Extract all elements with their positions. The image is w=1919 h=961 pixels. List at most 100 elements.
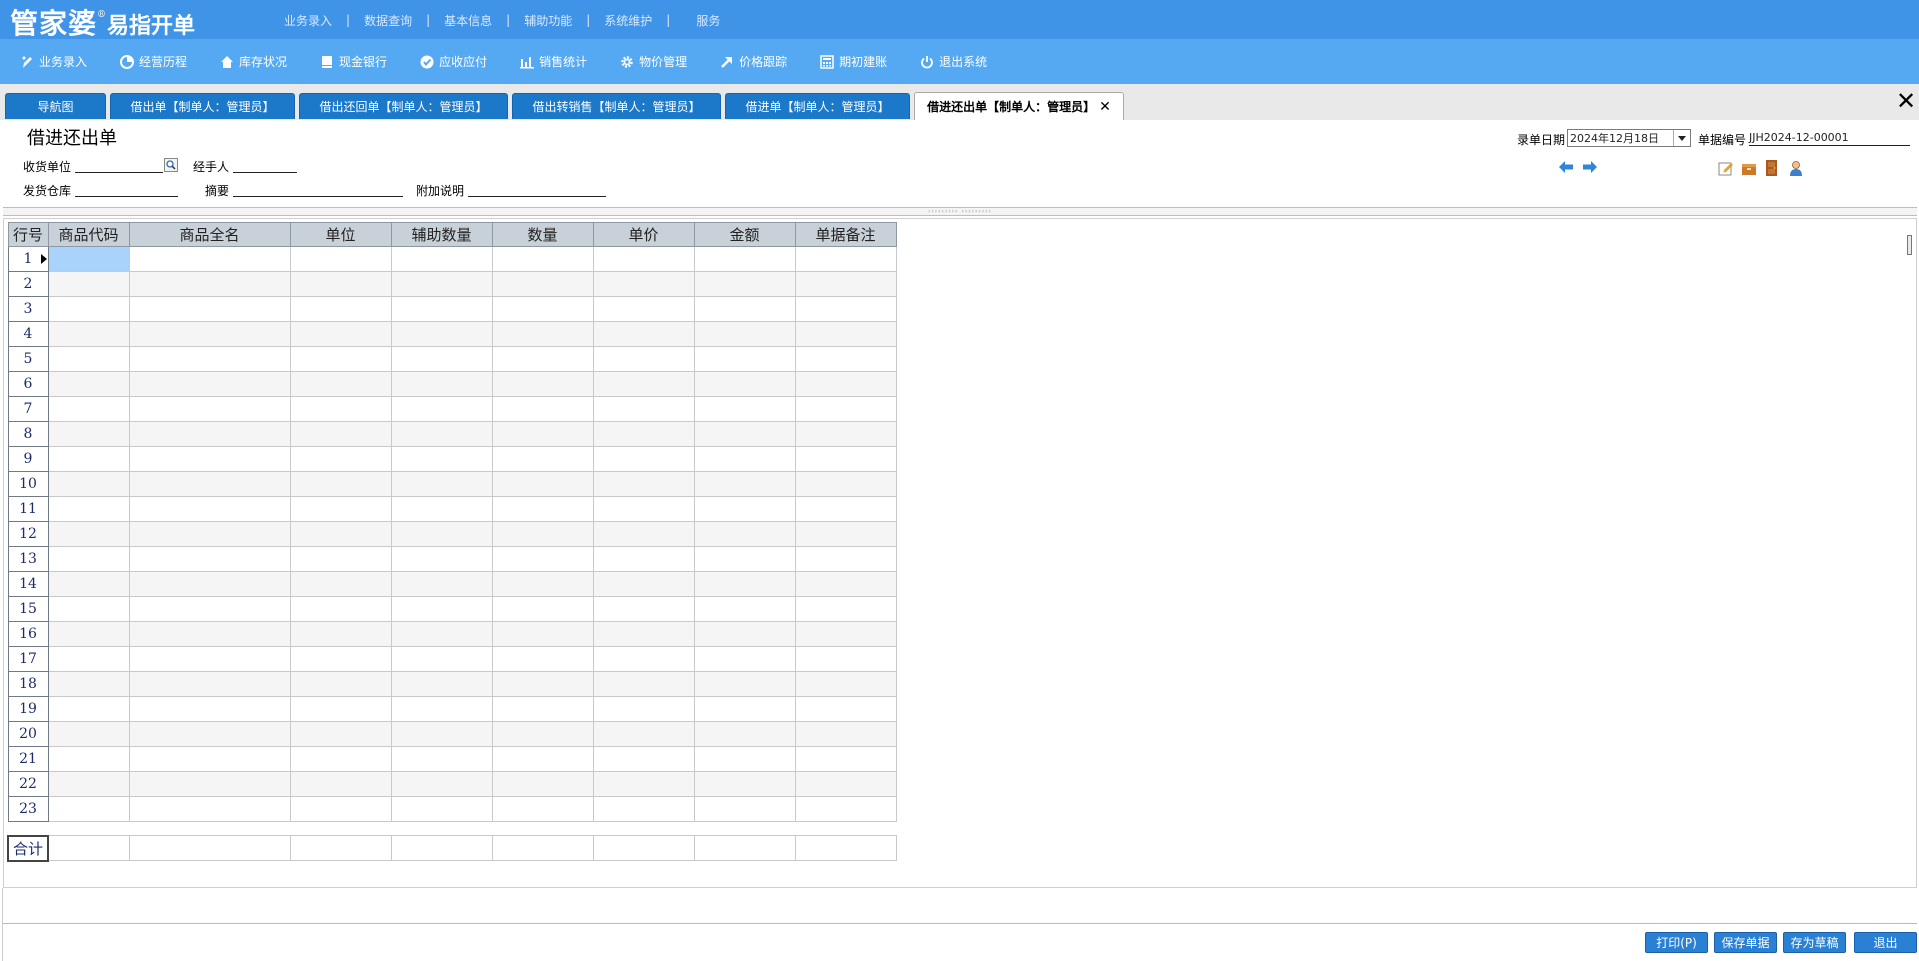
grid-cell[interactable] xyxy=(491,396,594,422)
grid-cell[interactable] xyxy=(794,596,897,622)
grid-cell[interactable] xyxy=(289,246,392,272)
grid-cell[interactable] xyxy=(289,796,392,822)
grid-cell[interactable] xyxy=(289,346,392,372)
grid-cell[interactable] xyxy=(693,646,796,672)
grid-cell[interactable] xyxy=(693,571,796,597)
grid-cell[interactable] xyxy=(47,521,130,547)
grid-cell[interactable] xyxy=(390,396,493,422)
column-header-product-code[interactable]: 商品代码 xyxy=(47,222,130,247)
grid-cell[interactable] xyxy=(491,746,594,772)
grid-cell[interactable] xyxy=(592,421,695,447)
grid-cell[interactable] xyxy=(128,646,291,672)
grid-cell[interactable] xyxy=(491,346,594,372)
grid-cell[interactable] xyxy=(128,771,291,797)
extra-note-input[interactable] xyxy=(468,183,606,197)
table-row[interactable]: 10 xyxy=(7,471,897,497)
save-doc-button[interactable]: 保存单据 xyxy=(1714,932,1777,953)
tab-lend-to-sale[interactable]: 借出转销售【制单人：管理员】 xyxy=(512,93,721,119)
grid-cell[interactable] xyxy=(794,546,897,572)
row-number[interactable]: 14 xyxy=(7,571,49,597)
grid-cell[interactable] xyxy=(47,621,130,647)
tab-borrow-return-out[interactable]: 借进还出单【制单人：管理员】 ✕ xyxy=(914,92,1124,120)
table-row[interactable]: 6 xyxy=(7,371,897,397)
grid-cell[interactable] xyxy=(794,446,897,472)
grid-cell[interactable] xyxy=(693,546,796,572)
table-row[interactable]: 8 xyxy=(7,421,897,447)
grid-cell[interactable] xyxy=(592,346,695,372)
grid-cell[interactable] xyxy=(592,371,695,397)
grid-cell[interactable] xyxy=(47,746,130,772)
grid-cell[interactable] xyxy=(491,296,594,322)
top-menu-business-entry[interactable]: 业务录入 xyxy=(270,12,346,29)
grid-cell[interactable] xyxy=(289,621,392,647)
grid-cell[interactable] xyxy=(491,321,594,347)
grid-cell[interactable] xyxy=(390,296,493,322)
grid-cell[interactable] xyxy=(47,271,130,297)
grid-cell[interactable] xyxy=(693,396,796,422)
doc-number-field[interactable]: JJH2024-12-00001 xyxy=(1749,131,1910,146)
row-number[interactable]: 21 xyxy=(7,746,49,772)
grid-cell[interactable] xyxy=(47,671,130,697)
grid-cell[interactable] xyxy=(592,446,695,472)
grid-cell[interactable] xyxy=(491,371,594,397)
grid-cell[interactable] xyxy=(47,596,130,622)
grid-cell[interactable] xyxy=(390,246,493,272)
row-number[interactable]: 8 xyxy=(7,421,49,447)
arrow-right-icon[interactable] xyxy=(1583,161,1597,176)
grid-cell[interactable] xyxy=(491,571,594,597)
grid-cell[interactable] xyxy=(47,721,130,747)
grid-cell[interactable] xyxy=(592,571,695,597)
grid-cell[interactable] xyxy=(794,696,897,722)
row-number[interactable]: 20 xyxy=(7,721,49,747)
grid-cell[interactable] xyxy=(47,321,130,347)
grid-cell[interactable] xyxy=(390,696,493,722)
grid-cell[interactable] xyxy=(491,621,594,647)
grid-cell[interactable] xyxy=(47,796,130,822)
toolbar-price-management[interactable]: 物价管理 xyxy=(600,47,700,77)
row-number[interactable]: 22 xyxy=(7,771,49,797)
grid-cell[interactable] xyxy=(47,446,130,472)
grid-cell[interactable] xyxy=(693,746,796,772)
row-number[interactable]: 15 xyxy=(7,596,49,622)
toolbar-price-tracking[interactable]: 价格跟踪 xyxy=(700,47,800,77)
table-row[interactable]: 12 xyxy=(7,521,897,547)
grid-cell[interactable] xyxy=(128,796,291,822)
toolbar-sales-stats[interactable]: 销售统计 xyxy=(500,47,600,77)
grid-cell[interactable] xyxy=(693,796,796,822)
grid-cell[interactable] xyxy=(128,746,291,772)
table-row[interactable]: 17 xyxy=(7,646,897,672)
close-tab-icon[interactable]: ✕ xyxy=(1099,99,1111,115)
grid-cell[interactable] xyxy=(128,546,291,572)
tab-lend-return[interactable]: 借出还回单【制单人：管理员】 xyxy=(299,93,508,119)
grid-cell[interactable] xyxy=(592,496,695,522)
grid-cell[interactable] xyxy=(390,346,493,372)
row-number[interactable]: 16 xyxy=(7,621,49,647)
grid-cell[interactable] xyxy=(128,346,291,372)
grid-cell[interactable] xyxy=(128,571,291,597)
grid-cell[interactable] xyxy=(128,696,291,722)
row-number[interactable]: 6 xyxy=(7,371,49,397)
grid-cell[interactable] xyxy=(794,471,897,497)
grid-cell[interactable] xyxy=(289,646,392,672)
receiver-lookup-button[interactable] xyxy=(164,158,178,172)
grid-cell[interactable] xyxy=(47,296,130,322)
row-number[interactable]: 4 xyxy=(7,321,49,347)
receiver-input[interactable] xyxy=(75,159,163,173)
grid-cell[interactable] xyxy=(47,346,130,372)
grid-cell[interactable] xyxy=(794,396,897,422)
column-header-quantity[interactable]: 数量 xyxy=(491,222,594,247)
grid-cell[interactable] xyxy=(47,371,130,397)
grid-cell[interactable] xyxy=(693,296,796,322)
top-menu-aux-functions[interactable]: 辅助功能 xyxy=(510,12,586,29)
grid-cell[interactable] xyxy=(289,396,392,422)
grid-cell[interactable] xyxy=(390,421,493,447)
grid-cell[interactable] xyxy=(794,621,897,647)
grid-cell[interactable] xyxy=(128,721,291,747)
grid-cell[interactable] xyxy=(592,621,695,647)
edit-icon[interactable] xyxy=(1718,160,1734,179)
handler-input[interactable] xyxy=(233,159,297,173)
grid-cell[interactable] xyxy=(128,321,291,347)
grid-cell[interactable] xyxy=(390,371,493,397)
box-icon[interactable] xyxy=(1741,160,1757,179)
column-header-amount[interactable]: 金额 xyxy=(693,222,796,247)
